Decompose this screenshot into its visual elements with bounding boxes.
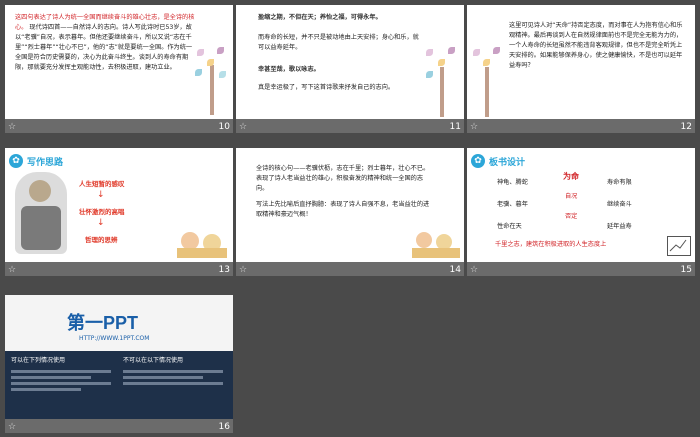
kids-illustration: [412, 230, 460, 260]
board-node-5: 性命在天: [497, 223, 522, 230]
slide-15-title: 板书设计: [489, 157, 526, 168]
board-node-3: 老骥、暮年: [497, 201, 528, 208]
mind-item-2: 壮怀激烈的高唱: [79, 208, 125, 216]
slide-thumbnail-15[interactable]: ✿ 板书设计 神龟、腾蛇 老骥、暮年 性命在天 为命 自况 否定 寿命有限 继续…: [467, 148, 695, 276]
figure-illustration: [15, 172, 67, 254]
slide-11-line-1: 盈缩之期，不但在天；养怡之福，可得永年。: [258, 14, 382, 21]
usage-allowed-title: 可以在下列情况使用: [11, 357, 66, 364]
slide-11-line-4: 真是幸运极了，写下这首诗歌来抒发自己的志向。: [258, 84, 395, 91]
slide-13-title: 写作思路: [27, 157, 64, 168]
slide-10-text: 现代诗四首——自然诗人的志向。诗人写此诗时已53岁，故以“老骥”自况，表示暮年。…: [15, 24, 193, 71]
tree-decoration: [195, 45, 229, 119]
board-bottom-text: 千里之志，建筑在积极进取的人生态度上: [495, 241, 607, 248]
slide-number-11: 11: [449, 122, 461, 132]
slide-14-text-1: 全诗的核心句——老骥伏枥，志在千里；烈士暮年，壮心不已。表现了诗人老当益壮的雄心…: [256, 165, 430, 192]
slide-11-line-2: 而寿命的长短，并不只是被动地由上天安排；身心和乐，就可以益寿延年。: [258, 34, 419, 51]
gear-icon: ✿: [471, 154, 485, 168]
slide-number-13: 13: [218, 265, 230, 275]
slide-11-line-3: 幸甚至哉，歌以咏志。: [258, 66, 320, 73]
slide-thumbnail-11[interactable]: 盈缩之期，不但在天；养怡之福，可得永年。 而寿命的长短，并不只是被动地由上天安排…: [236, 5, 464, 133]
slide-thumbnail-12[interactable]: 这里可见诗人对“天命”持否定态度，而对事在人为抱有信心和乐观精神。最后再谈到人在…: [467, 5, 695, 133]
down-arrow-icon: ↓: [97, 190, 105, 200]
board-node-1: 神龟、腾蛇: [497, 179, 528, 186]
board-node-2: 寿命有限: [607, 179, 632, 186]
slide-14-text-2: 写法上先比喻后直抒胸臆：表现了诗人自强不息，老当益壮的进取精神和豪迈气概！: [256, 201, 430, 218]
tree-decoration: [424, 45, 460, 119]
slide-thumbnail-13[interactable]: ✿ 写作思路 人生短暂的感叹 ↓ 壮怀激烈的高唱 ↓ 哲理的思辨 ☆ 13: [5, 148, 233, 276]
logo-text: 第一PPT: [67, 313, 139, 333]
mind-item-1: 人生短暂的感叹: [79, 180, 125, 188]
board-node-4: 继续奋斗: [607, 201, 632, 208]
gear-icon: ✿: [9, 154, 23, 168]
usage-denied-title: 不可以在以下情况使用: [123, 357, 184, 364]
allowed-list: [11, 367, 111, 415]
denied-list: [123, 367, 223, 415]
board-node-9: 否定: [565, 213, 578, 220]
chart-easel-icon: [667, 236, 691, 256]
mind-item-3: 哲理的思辨: [85, 236, 118, 244]
down-arrow-icon: ↓: [97, 218, 105, 228]
slide-number-12: 12: [680, 122, 692, 132]
tree-decoration: [471, 45, 505, 119]
slide-thumbnail-16[interactable]: 第一PPT HTTP://WWW.1PPT.COM 可以在下列情况使用 不可以在…: [5, 295, 233, 433]
slide-12-text: 这里可见诗人对“天命”持否定态度，而对事在人为抱有信心和乐观精神。最后再谈到人在…: [509, 22, 683, 69]
logo-url: HTTP://WWW.1PPT.COM: [79, 335, 150, 342]
board-node-6: 延年益寿: [607, 223, 632, 230]
slide-number-10: 10: [218, 122, 230, 132]
kids-illustration: [177, 230, 227, 260]
slide-number-16: 16: [218, 422, 230, 432]
board-node-7: 为命: [563, 172, 579, 181]
board-node-8: 自况: [565, 193, 578, 200]
slide-thumbnail-10[interactable]: 这四句表达了诗人为统一全国而继续奋斗的雄心壮志，是全诗的核心。 现代诗四首——自…: [5, 5, 233, 133]
slide-number-14: 14: [449, 265, 461, 275]
slide-thumbnail-14[interactable]: 全诗的核心句——老骥伏枥，志在千里；烈士暮年，壮心不已。表现了诗人老当益壮的雄心…: [236, 148, 464, 276]
slide-number-15: 15: [680, 265, 692, 275]
